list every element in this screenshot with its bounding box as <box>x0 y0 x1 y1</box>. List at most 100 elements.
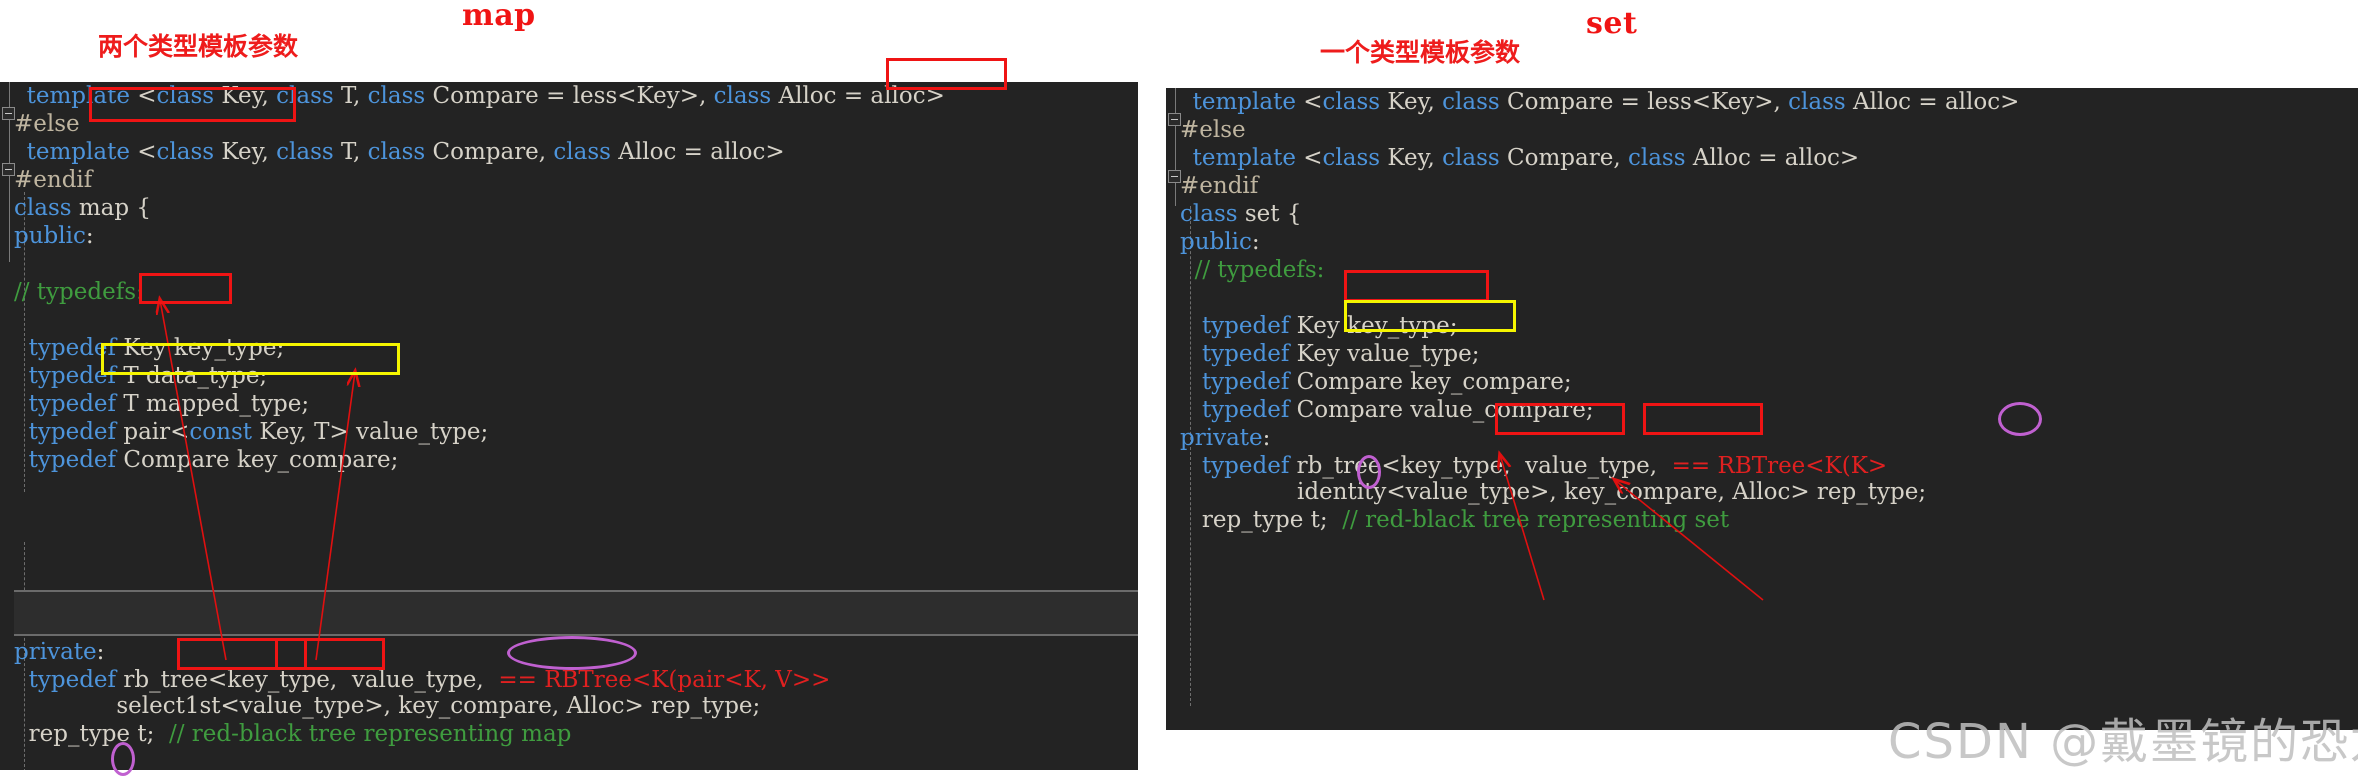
code-token: Key, <box>214 139 277 165</box>
code-token: class <box>1180 201 1238 227</box>
code-token: public <box>1180 229 1252 255</box>
code-token: typedef <box>1201 369 1290 395</box>
code-token: Compare, <box>1499 145 1628 171</box>
collapsed-region-bar[interactable] <box>14 590 1138 636</box>
code-token: typedef <box>28 391 117 417</box>
code-token: select1st<value_type>, key_compare, Allo… <box>14 693 761 719</box>
map-template-params-box <box>89 87 296 122</box>
map-pair-kv-ellipse <box>507 636 637 670</box>
code-token: Alloc = alloc> <box>1685 145 1860 171</box>
code-line: class set { <box>1180 200 1301 228</box>
code-line: public: <box>1180 228 1260 256</box>
code-token: const <box>189 419 253 445</box>
map-rbtree-value-type-box <box>275 638 385 670</box>
code-token: Compare = less<Key>, <box>425 83 714 109</box>
code-token: #else <box>1180 117 1246 143</box>
code-line: rep_type t; // red-black tree representi… <box>14 720 572 748</box>
csdn-watermark: CSDN @戴墨镜的恐龙 <box>1888 714 2358 770</box>
set-gutter-indent-line-1 <box>1175 88 1176 206</box>
code-line: typedef Key value_type; <box>1180 340 1480 368</box>
code-line: private: <box>1180 424 1270 452</box>
code-token: typedef <box>28 667 117 693</box>
code-token: : <box>96 639 105 665</box>
code-token: Key, <box>1380 145 1443 171</box>
code-token: template <box>26 139 130 165</box>
code-token: < <box>1295 89 1323 115</box>
code-line: #else <box>14 110 80 138</box>
code-token: #endif <box>1180 173 1259 199</box>
code-token: class <box>156 139 215 165</box>
code-line: select1st<value_type>, key_compare, Allo… <box>14 692 760 720</box>
code-token: typedef <box>28 419 117 445</box>
code-line: typedef Compare key_compare; <box>14 446 399 474</box>
set-rbtree-value-type-box <box>1643 403 1763 435</box>
code-token: typedef <box>28 447 117 473</box>
code-token: : <box>85 223 94 249</box>
code-line: identity<value_type>, key_compare, Alloc… <box>1180 478 1926 506</box>
set-t-member-ellipse <box>1357 455 1381 489</box>
code-token: Alloc = alloc> <box>610 139 785 165</box>
code-token: typedef <box>1201 453 1290 479</box>
code-token: class <box>1788 89 1846 115</box>
code-token: class <box>1322 89 1381 115</box>
code-token: public <box>14 223 86 249</box>
code-token: class <box>1442 89 1500 115</box>
code-token: // typedefs: <box>14 279 144 305</box>
set-k-ellipse <box>1998 402 2042 436</box>
code-token: < <box>1295 145 1323 171</box>
set-value-type-box <box>1344 300 1516 332</box>
code-line: typedef pair<const Key, T> value_type; <box>14 418 489 446</box>
code-line: #else <box>1180 116 1246 144</box>
map-t-member-ellipse <box>111 742 135 776</box>
code-token: class <box>1627 145 1686 171</box>
code-line: // typedefs: <box>1180 256 1325 284</box>
code-token: #else <box>14 111 80 137</box>
code-line: class map { <box>14 194 151 222</box>
code-token: class <box>367 83 426 109</box>
code-token: Alloc = alloc> <box>1845 89 2020 115</box>
set-rbtree-key-type-box <box>1495 403 1625 435</box>
code-token: class <box>1442 145 1500 171</box>
code-line: template <class Key, class Compare, clas… <box>1178 144 1860 172</box>
code-token: Key value_type; <box>1289 341 1480 367</box>
code-token: // red-black tree representing set <box>1342 507 1730 533</box>
code-token: class <box>276 139 334 165</box>
code-token: // red-black tree representing map <box>168 721 572 747</box>
set-template-params-box-real <box>886 58 1007 90</box>
screenshot-root: map 两个类型模板参数 set 一个类型模板参数 template <clas… <box>0 0 2358 776</box>
code-token: rb_tree<key_type, value_type, <box>116 667 499 693</box>
code-token: class <box>367 139 426 165</box>
code-token: Compare = less<Key>, <box>1499 89 1789 115</box>
code-token: == RBTree<K(K> <box>1671 453 1888 479</box>
code-line: #endif <box>14 166 92 194</box>
map-title: map <box>462 0 536 33</box>
code-token: rep_type t; <box>1180 507 1343 533</box>
code-line: typedef rb_tree<key_type, value_type, ==… <box>14 666 831 694</box>
code-token: Compare key_compare; <box>116 447 399 473</box>
code-token: class <box>553 139 611 165</box>
code-line: typedef T mapped_type; <box>14 390 310 418</box>
code-token: : <box>1251 229 1260 255</box>
code-token: template <box>1192 89 1296 115</box>
code-token: class <box>713 83 772 109</box>
code-token: template <box>1192 145 1296 171</box>
map-value-type-box <box>101 343 400 375</box>
code-token: typedef <box>1201 397 1290 423</box>
code-line: template <class Key, class Compare = les… <box>1178 88 2020 116</box>
map-params-annotation: 两个类型模板参数 <box>98 32 299 61</box>
code-token: typedef <box>1201 341 1290 367</box>
